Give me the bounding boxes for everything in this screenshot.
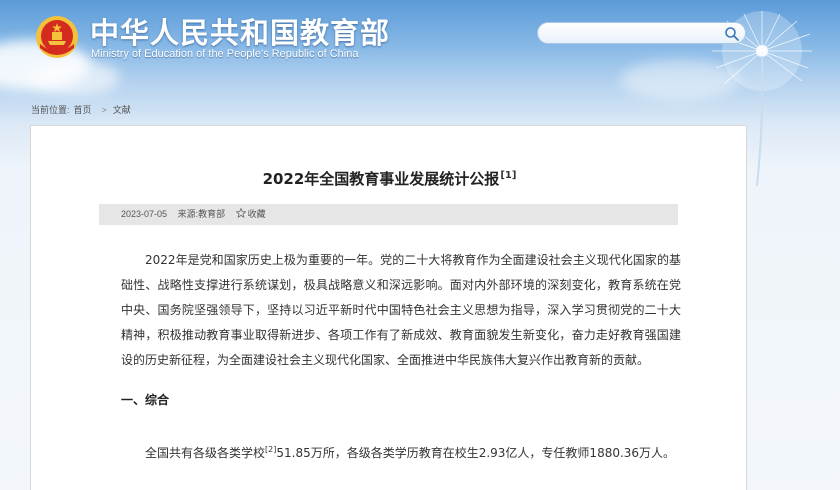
article-paragraph-intro: 2022年是党和国家历史上极为重要的一年。党的二十大将教育作为全面建设社会主义现… [121, 253, 681, 367]
article-source: 来源:教育部 [177, 209, 226, 219]
site-title[interactable]: 中华人民共和国教育部 [90, 10, 390, 52]
paragraph-text-a: 全国共有各级各类学校 [145, 446, 266, 460]
star-icon [235, 208, 246, 218]
national-emblem-icon[interactable] [34, 14, 80, 60]
article-title-text: 2022年全国教育事业发展统计公报 [262, 170, 500, 188]
section-heading: 一、综合 [121, 393, 170, 407]
breadcrumb-label: 当前位置: [31, 105, 70, 115]
article-meta-bar: 2023-07-05 来源:教育部 收藏 [99, 204, 678, 225]
search-bar [537, 22, 746, 44]
breadcrumb: 当前位置: 首页 > 文献 [31, 103, 135, 116]
breadcrumb-home-link[interactable]: 首页 [74, 105, 92, 115]
favorite-label: 收藏 [247, 209, 266, 219]
breadcrumb-separator: > [101, 105, 107, 115]
publish-date: 2023-07-05 [121, 209, 168, 219]
site-header: 中华人民共和国教育部 Ministry of Education of the … [0, 0, 840, 95]
favorite-button[interactable]: 收藏 [235, 208, 274, 219]
article-paragraph-overview: 全国共有各级各类学校[2]51.85万所，各级各类学历教育在校生2.93亿人，专… [121, 437, 681, 466]
footnote-ref-1[interactable]: [1] [500, 170, 516, 181]
search-input[interactable] [548, 25, 718, 41]
article-title: 2022年全国教育事业发展统计公报[1] [31, 168, 748, 189]
footnote-ref-2[interactable]: [2] [265, 445, 276, 454]
site-subtitle: Ministry of Education of the People's Re… [91, 48, 359, 60]
breadcrumb-current-link[interactable]: 文献 [113, 105, 131, 115]
paragraph-text-b: 51.85万所，各级各类学历教育在校生2.93亿人，专任教师1880.36万人。 [276, 446, 676, 460]
search-icon[interactable] [723, 25, 741, 43]
article-container: 2022年全国教育事业发展统计公报[1] 2023-07-05 来源:教育部 收… [30, 125, 747, 490]
